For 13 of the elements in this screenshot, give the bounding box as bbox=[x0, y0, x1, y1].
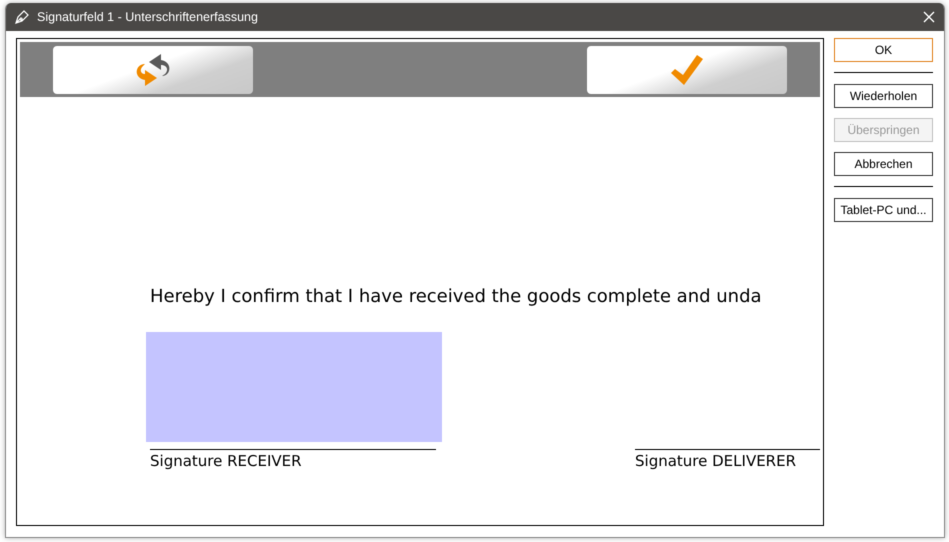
repeat-button[interactable] bbox=[53, 46, 253, 94]
dialog-button[interactable]: Abbrechen bbox=[834, 152, 933, 176]
dialog-button[interactable]: Tablet-PC und... bbox=[834, 198, 933, 222]
signature-label: Signature RECEIVER bbox=[150, 451, 303, 471]
confirmation-text: Hereby I confirm that I have received the goods complete and unda bbox=[150, 286, 763, 308]
signature-label: Signature DELIVERER bbox=[635, 451, 798, 471]
window-title: Signaturfeld 1 - Unterschriftenerfassung bbox=[37, 10, 259, 24]
dialog-button[interactable]: Wiederholen bbox=[834, 84, 933, 108]
pen-icon bbox=[14, 9, 30, 25]
checkmark-icon bbox=[669, 53, 705, 87]
confirm-button[interactable] bbox=[587, 46, 787, 94]
dialog-button[interactable]: OK bbox=[834, 38, 933, 62]
close-button[interactable] bbox=[922, 10, 936, 24]
